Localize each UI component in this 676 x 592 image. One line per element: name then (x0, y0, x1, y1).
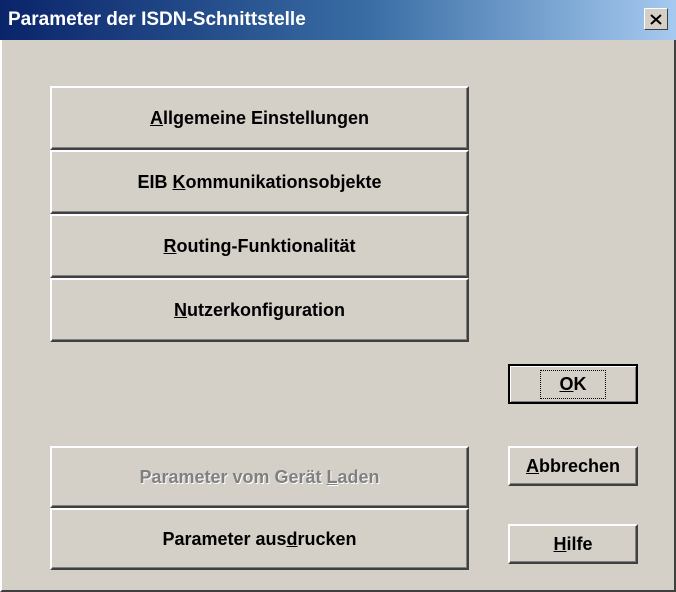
button-label: Parameter vom Gerät Laden (139, 466, 380, 487)
dialog-title: Parameter der ISDN-Schnittstelle (8, 9, 306, 30)
close-button[interactable] (644, 8, 668, 30)
ok-button[interactable]: OK (508, 364, 638, 404)
abbrechen-button[interactable]: Abbrechen (508, 446, 638, 486)
button-label: Parameter ausdrucken (162, 528, 357, 549)
button-label: EIB Kommunikationsobjekte (137, 171, 382, 192)
button-label: Abbrechen (525, 455, 621, 476)
button-label: Hilfe (553, 533, 593, 554)
button-label: Routing-Funktionalität (163, 235, 356, 256)
nutzerkonfiguration-button[interactable]: Nutzerkonfiguration (50, 278, 469, 342)
title-bar[interactable]: Parameter der ISDN-Schnittstelle (0, 0, 676, 40)
allgemeine-einstellungen-button[interactable]: Allgemeine Einstellungen (50, 86, 469, 150)
button-label: Allgemeine Einstellungen (149, 107, 370, 128)
button-label: Nutzerkonfiguration (174, 299, 345, 320)
button-label: OK (540, 369, 606, 399)
parameter-laden-button[interactable]: Parameter vom Gerät Laden (50, 446, 469, 508)
hilfe-button[interactable]: Hilfe (508, 524, 638, 564)
close-icon (650, 13, 662, 25)
eib-kommunikationsobjekte-button[interactable]: EIB Kommunikationsobjekte (50, 150, 469, 214)
routing-funktionalitaet-button[interactable]: Routing-Funktionalität (50, 214, 469, 278)
parameter-ausdrucken-button[interactable]: Parameter ausdrucken (50, 508, 469, 570)
